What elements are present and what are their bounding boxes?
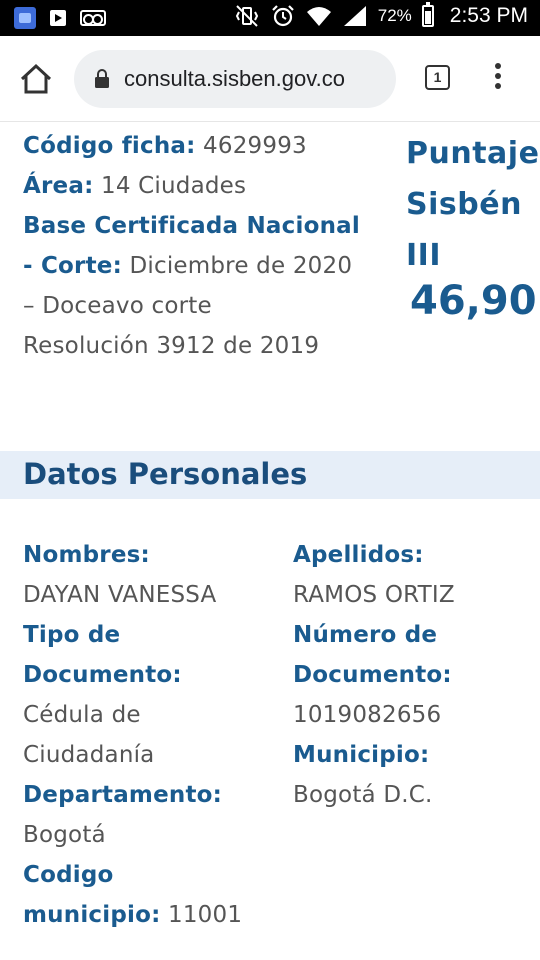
puntaje-value: 46,90 xyxy=(410,278,537,324)
area-row: Área: 14 Ciudades xyxy=(23,166,246,206)
app-notification-icon xyxy=(14,7,36,29)
area-value: 14 Ciudades xyxy=(100,173,247,199)
codigo-municipio-label-line1: Codigo xyxy=(23,862,114,888)
municipio-label: Municipio: xyxy=(293,742,430,768)
vibrate-mute-icon xyxy=(235,5,258,27)
address-bar[interactable]: consulta.sisben.gov.co xyxy=(74,50,396,108)
base-certificada-label: Base Certificada Nacional xyxy=(23,213,360,239)
notification-icons xyxy=(14,7,106,29)
departamento-label: Departamento: xyxy=(23,782,223,808)
numero-doc-label-line1: Número de xyxy=(293,622,438,648)
battery-icon xyxy=(421,2,434,27)
departamento-value: Bogotá xyxy=(23,822,106,848)
base-row: - Corte: Diciembre de 2020 xyxy=(23,246,352,286)
signal-icon xyxy=(343,6,366,26)
puntaje-title: Puntaje Sisbén III xyxy=(406,128,539,281)
tipo-doc-label-line1: Tipo de xyxy=(23,622,121,648)
codigo-ficha-label: Código ficha: xyxy=(23,133,196,159)
tipo-doc-label-line2: Documento: xyxy=(23,662,182,688)
area-label: Área: xyxy=(23,173,94,199)
wifi-icon xyxy=(306,7,331,26)
apellidos-value: RAMOS ORTIZ xyxy=(293,582,455,608)
browser-toolbar: consulta.sisben.gov.co 1 xyxy=(0,36,540,122)
system-icons: 72% 2:53 PM xyxy=(234,2,528,28)
alarm-icon xyxy=(271,5,294,27)
puntaje-title-line2: Sisbén xyxy=(406,187,522,222)
puntaje-title-line3: III xyxy=(406,238,441,273)
tab-switcher-button[interactable]: 1 xyxy=(425,65,450,90)
nombres-value: DAYAN VANESSA xyxy=(23,582,217,608)
puntaje-title-line1: Puntaje xyxy=(406,136,540,171)
base-label-line1: Base Certificada Nacional xyxy=(23,206,360,246)
voicemail-icon xyxy=(80,10,106,26)
nombres-label: Nombres: xyxy=(23,542,150,568)
municipio-value: Bogotá D.C. xyxy=(293,782,433,808)
datos-personales-header: Datos Personales xyxy=(0,451,540,499)
codigo-municipio-label-line2: municipio: xyxy=(23,902,161,928)
tipo-doc-value-line2: Ciudadanía xyxy=(23,742,155,768)
status-bar: 72% 2:53 PM xyxy=(0,0,540,36)
url-text: consulta.sisben.gov.co xyxy=(124,66,345,91)
codigo-municipio-row: municipio: 11001 xyxy=(23,895,242,935)
clock: 2:53 PM xyxy=(449,4,528,27)
codigo-ficha-row: Código ficha: 4629993 xyxy=(23,126,307,166)
tipo-doc-value-line1: Cédula de xyxy=(23,702,141,728)
lock-icon xyxy=(95,69,109,88)
resolucion-text: Resolución 3912 de 2019 xyxy=(23,333,320,359)
corte-label: - Corte: xyxy=(23,253,122,279)
numero-doc-value: 1019082656 xyxy=(293,702,442,728)
codigo-ficha-value: 4629993 xyxy=(203,133,307,159)
section-title: Datos Personales xyxy=(23,457,308,491)
play-store-icon xyxy=(50,10,66,26)
battery-percentage: 72% xyxy=(377,6,412,25)
apellidos-label: Apellidos: xyxy=(293,542,424,568)
overflow-menu-icon[interactable] xyxy=(494,63,502,93)
home-icon[interactable] xyxy=(18,62,54,96)
numero-doc-label-line2: Documento: xyxy=(293,662,452,688)
codigo-municipio-value: 11001 xyxy=(167,902,243,928)
corte-value-line2: – Doceavo corte xyxy=(23,293,212,319)
corte-value: Diciembre de 2020 xyxy=(129,253,353,279)
